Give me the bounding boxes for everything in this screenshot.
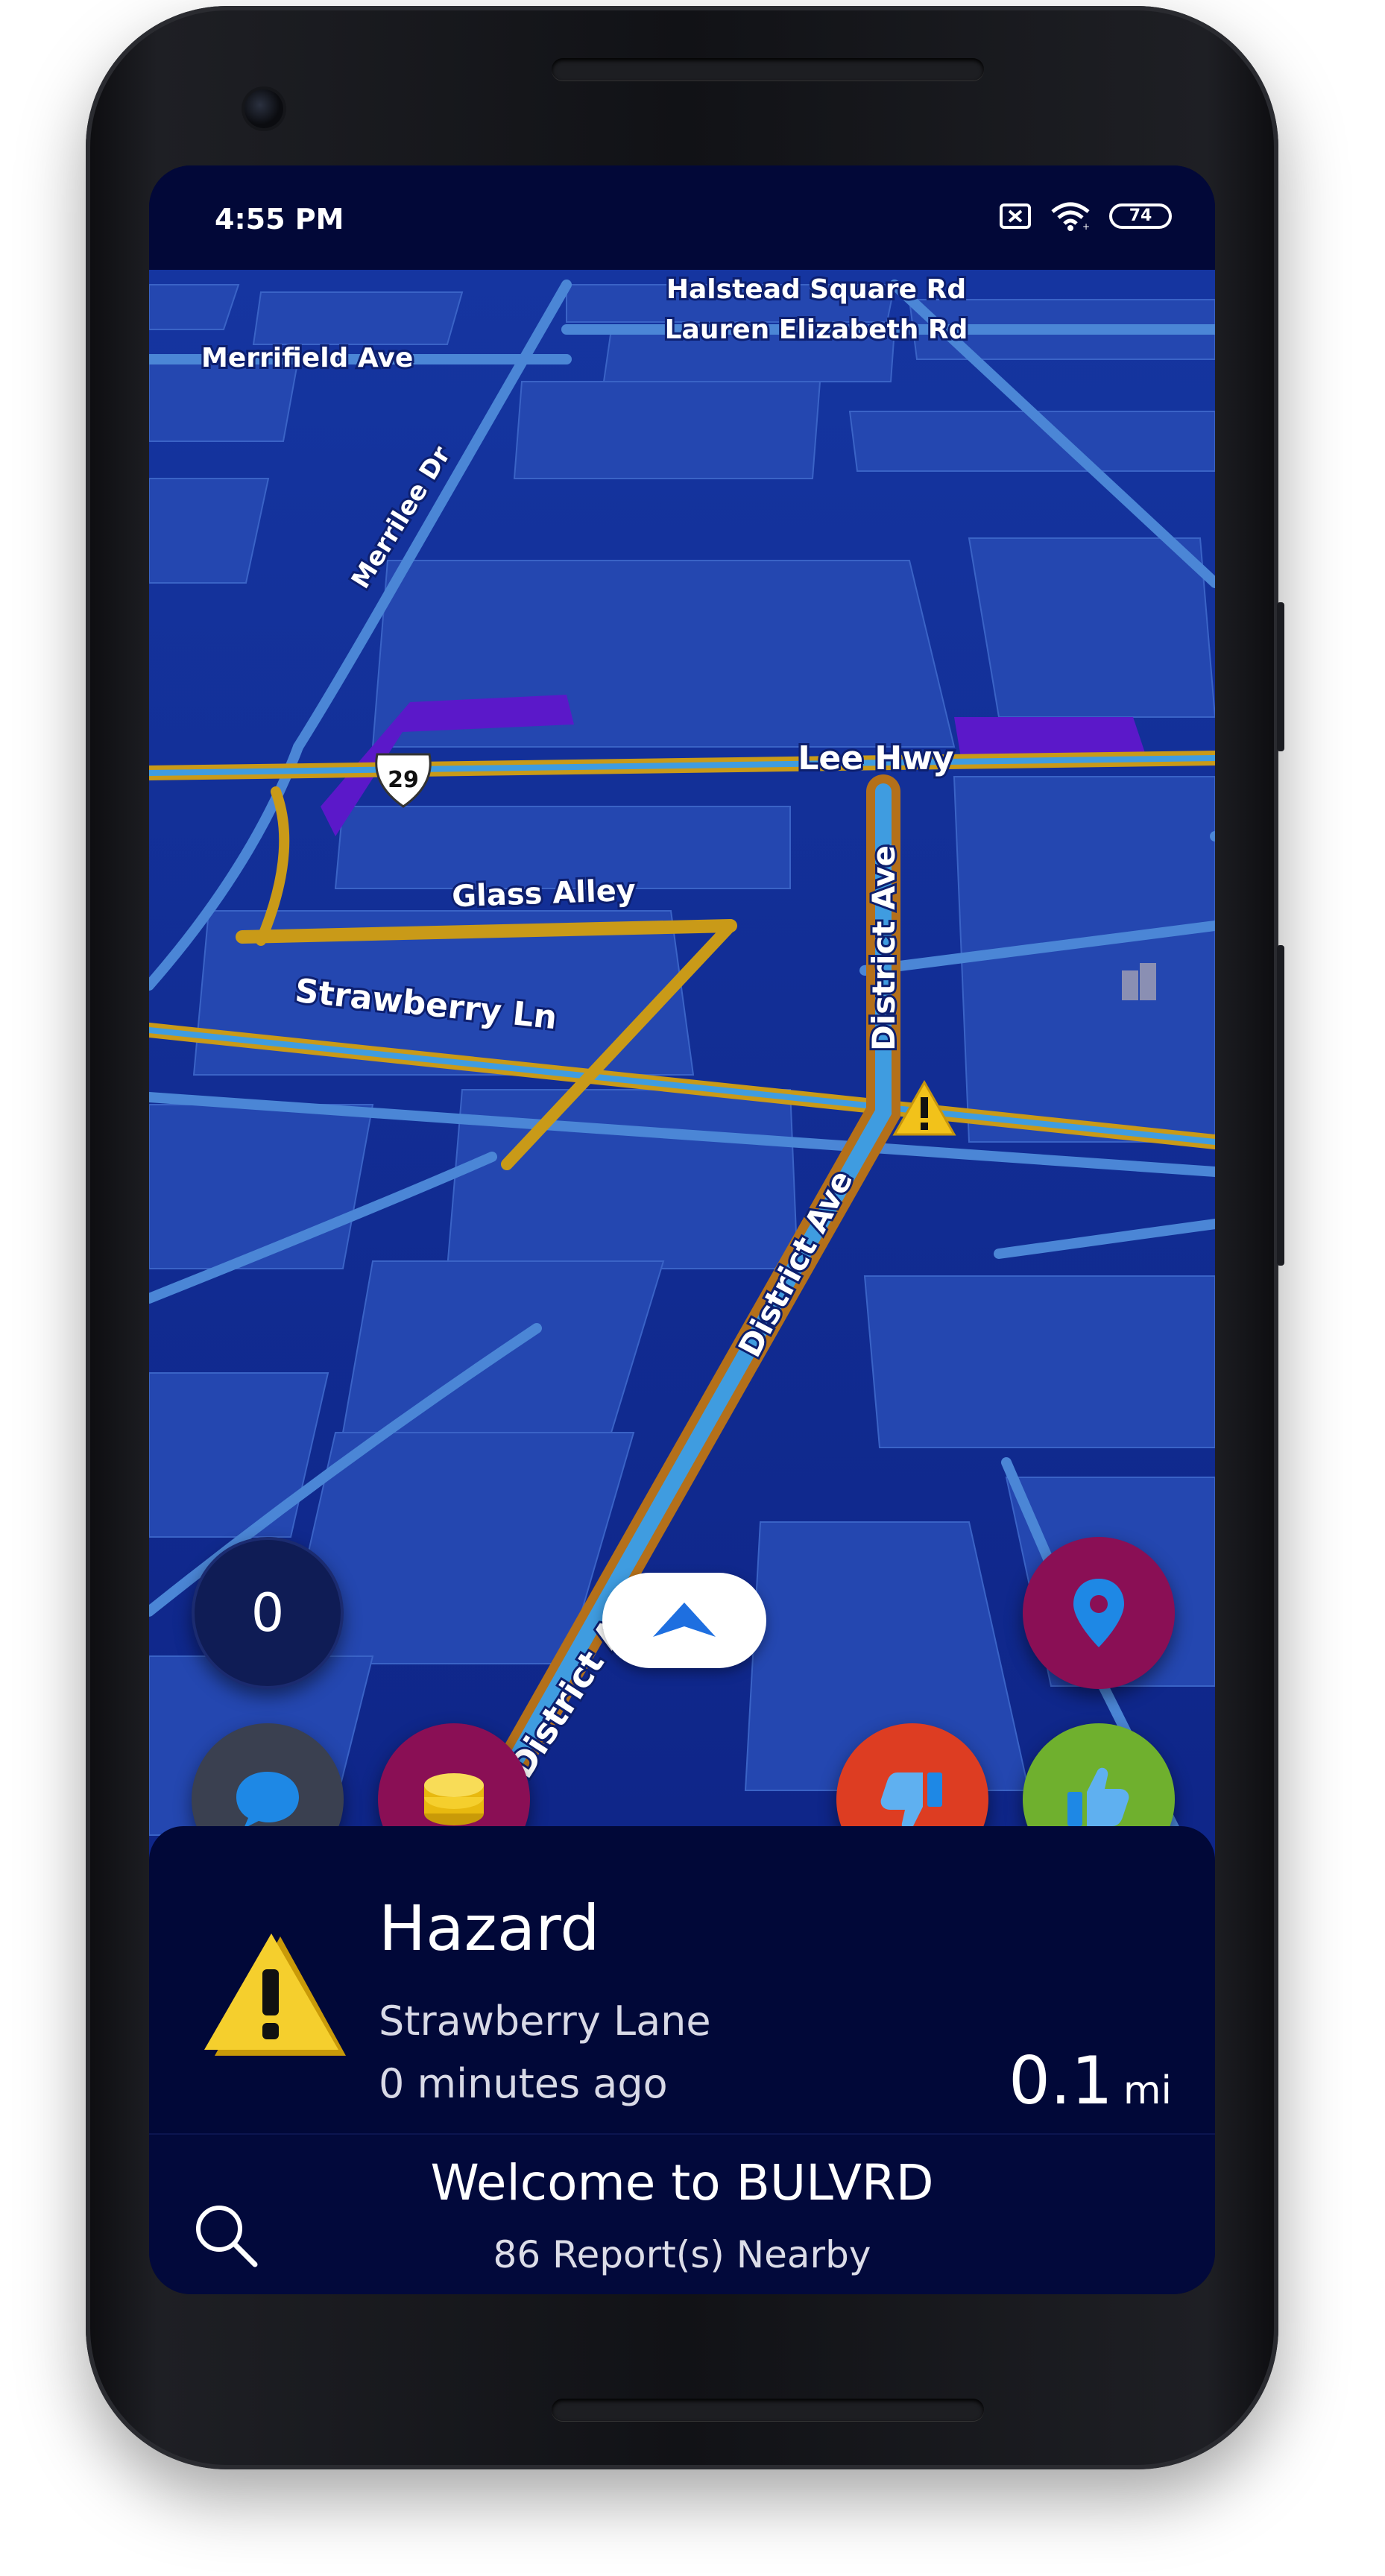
status-time: 4:55 PM	[215, 203, 344, 236]
report-count: 0	[250, 1582, 285, 1644]
top-speaker	[552, 58, 984, 80]
street-label-halstead: Halstead Square Rd	[666, 274, 966, 305]
bottom-speaker	[552, 2399, 984, 2421]
thumbs-up-icon	[1067, 1767, 1129, 1826]
distance-value: 0.1	[1008, 2042, 1113, 2119]
front-camera	[244, 89, 283, 128]
street-label-merrifield: Merrifield Ave	[201, 343, 413, 373]
street-label-glass-alley: Glass Alley	[451, 874, 636, 915]
location-button[interactable]	[1023, 1537, 1175, 1689]
alert-street: Strawberry Lane	[379, 1998, 711, 2045]
battery-icon: 74	[1109, 203, 1172, 229]
screen: 4:55 PM + 74 Halstead Square Rd Lauren E…	[149, 165, 1215, 2294]
hazard-warning-icon	[204, 1933, 346, 2056]
navigation-arrow-icon	[653, 1603, 716, 1637]
reports-nearby[interactable]: 86 Report(s) Nearby	[149, 2233, 1215, 2276]
bottom-bar: Welcome to BULVRD 86 Report(s) Nearby	[149, 2133, 1215, 2294]
recenter-button[interactable]	[602, 1573, 766, 1668]
map-pin-icon	[1073, 1579, 1124, 1647]
street-label-lauren: Lauren Elizabeth Rd	[665, 315, 968, 345]
alert-time-ago: 0 minutes ago	[379, 2060, 668, 2107]
svg-text:+: +	[1082, 221, 1090, 231]
thumbs-down-icon	[880, 1772, 942, 1831]
coins-icon	[424, 1773, 484, 1825]
alert-card[interactable]: Hazard Strawberry Lane 0 minutes ago 0.1…	[149, 1826, 1215, 2139]
svg-text:29: 29	[388, 767, 419, 793]
wifi-icon: +	[1051, 202, 1090, 231]
distance-unit: mi	[1123, 2068, 1172, 2113]
welcome-title: Welcome to BULVRD	[430, 2154, 934, 2212]
street-label-district-upper: District Ave	[865, 845, 902, 1051]
volume-button	[1277, 945, 1284, 1266]
report-count-button[interactable]: 0	[192, 1537, 344, 1689]
power-button	[1277, 602, 1284, 751]
alert-distance: 0.1 mi	[1009, 2042, 1172, 2119]
status-bar: 4:55 PM + 74	[149, 165, 1215, 270]
no-sim-icon	[1000, 203, 1031, 229]
alert-type: Hazard	[379, 1892, 600, 1965]
street-label-lee-hwy: Lee Hwy	[798, 739, 953, 777]
chat-bubble-icon	[236, 1772, 299, 1828]
status-icons: + 74	[999, 201, 1172, 231]
